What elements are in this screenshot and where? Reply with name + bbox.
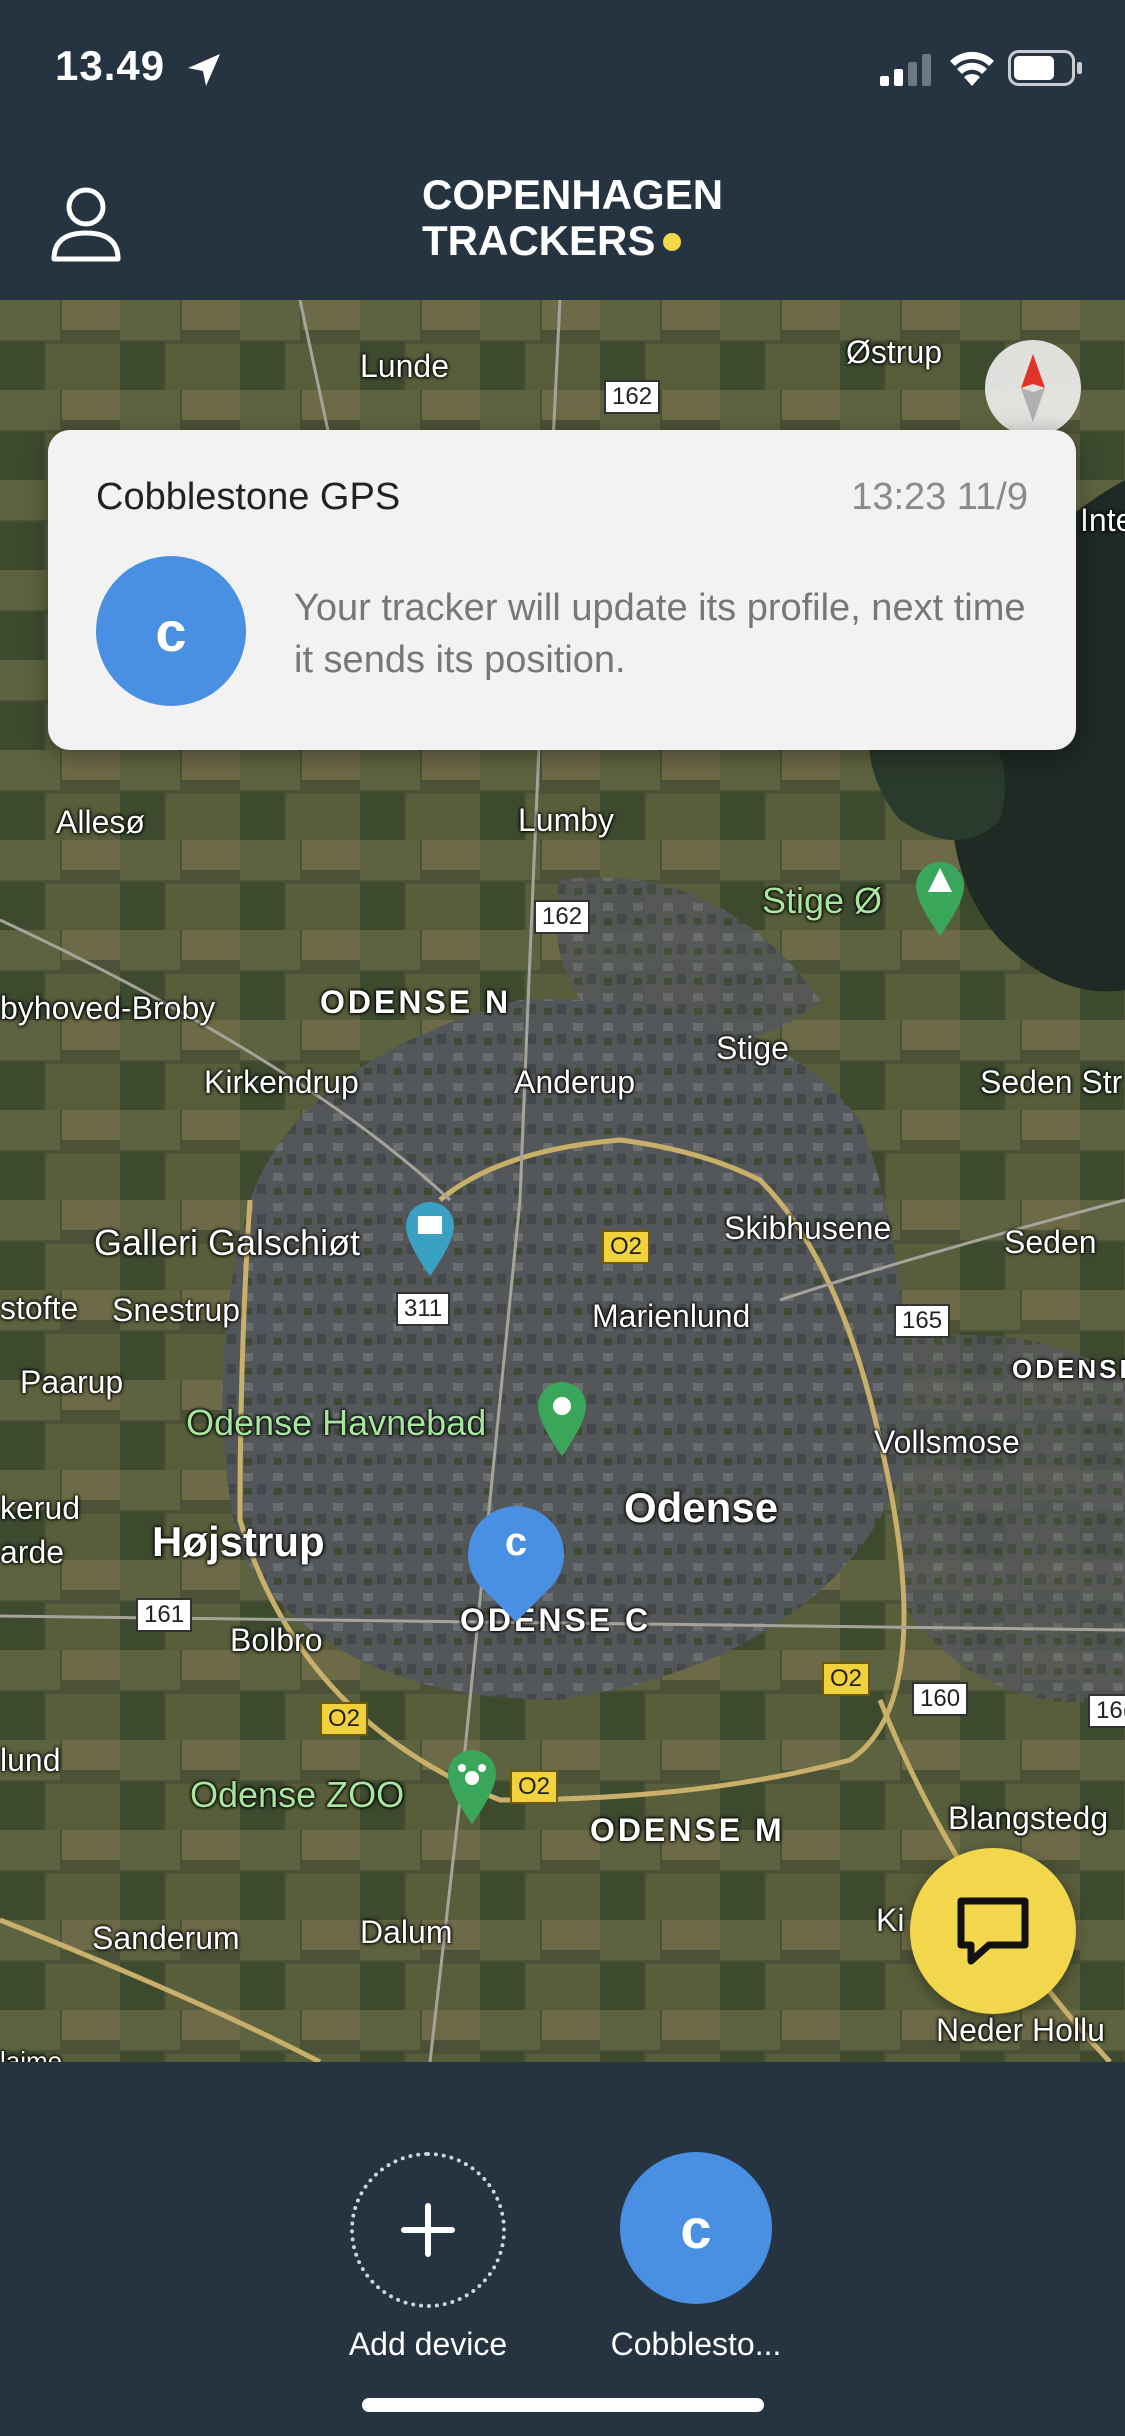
place-label: Seden Str xyxy=(980,1064,1123,1100)
place-label: Seden xyxy=(1004,1224,1097,1260)
wifi-icon xyxy=(950,51,994,86)
status-bar: 13.49 xyxy=(0,0,1125,140)
place-label: kerud xyxy=(0,1490,81,1526)
add-device-button[interactable] xyxy=(350,2152,506,2308)
place-label: Allesø xyxy=(56,804,145,840)
plus-icon xyxy=(401,2203,455,2257)
home-indicator[interactable] xyxy=(362,2398,764,2412)
app-header: COPENHAGEN TRACKERS xyxy=(0,140,1125,300)
zoo-pin-icon[interactable] xyxy=(444,1746,500,1826)
place-label: stofte xyxy=(0,1290,79,1326)
notification-title: Cobblestone GPS xyxy=(96,476,401,518)
place-label: Dalum xyxy=(360,1914,453,1950)
place-label: Højstrup xyxy=(152,1518,325,1565)
notification-avatar-letter: c xyxy=(155,599,187,663)
place-label: Bolbro xyxy=(230,1622,323,1658)
road-shield: 311 xyxy=(396,1292,451,1326)
place-label: Kirkendrup xyxy=(204,1064,359,1100)
road-shield: O2 xyxy=(510,1770,559,1804)
chat-bubble-icon xyxy=(957,1897,1029,1965)
place-label: Inte xyxy=(1080,502,1125,538)
place-label: byhoved-Broby xyxy=(0,990,216,1026)
brand-logo: COPENHAGEN TRACKERS xyxy=(422,171,724,264)
brand-line-1: COPENHAGEN xyxy=(422,171,724,218)
place-label: Sanderum xyxy=(92,1920,240,1956)
place-label: lund xyxy=(0,1742,61,1778)
notification-card[interactable]: Cobblestone GPS 13:23 11/9 c Your tracke… xyxy=(48,430,1076,750)
place-label: Blangstedg xyxy=(948,1800,1109,1836)
place-label: Lumby xyxy=(518,802,615,838)
place-label: ODENSE N xyxy=(320,984,512,1020)
place-label: Østrup xyxy=(846,334,943,370)
road-shield: O2 xyxy=(320,1702,369,1736)
notification-avatar: c xyxy=(96,556,246,706)
road-shield: 161 xyxy=(136,1598,193,1632)
brand-dot xyxy=(663,233,682,251)
place-label: arde xyxy=(0,1534,65,1570)
device-avatar-letter: c xyxy=(680,2196,712,2260)
device-label: Cobblesto... xyxy=(610,2326,782,2362)
chat-button[interactable] xyxy=(910,1848,1076,2014)
tracker-pin-letter: c xyxy=(504,1520,528,1564)
compass-button[interactable] xyxy=(985,340,1081,436)
road-shield: 162 xyxy=(534,900,591,934)
place-pin-icon[interactable] xyxy=(534,1378,590,1458)
place-label: Ki xyxy=(876,1902,905,1938)
map-view[interactable]: Lunde Østrup Inte Allesø Lumby Stige Ø b… xyxy=(0,300,1125,2062)
place-label: Vollsmose xyxy=(874,1424,1020,1460)
compass-needle-icon xyxy=(1021,354,1045,422)
battery-icon xyxy=(1008,50,1082,86)
brand-line-2: TRACKERS xyxy=(422,218,722,264)
place-label: Stige Ø xyxy=(762,880,883,921)
place-label: Odense Havnebad xyxy=(186,1402,487,1443)
place-label: Neder Hollu xyxy=(936,2012,1105,2048)
user-icon[interactable] xyxy=(50,185,122,263)
place-label: Marienlund xyxy=(592,1298,751,1334)
place-label: Snestrup xyxy=(112,1292,241,1328)
place-label: Skibhusene xyxy=(724,1210,892,1246)
status-time: 13.49 xyxy=(55,42,166,89)
add-device-label: Add device xyxy=(348,2326,508,2362)
place-label: laime xyxy=(0,2046,63,2062)
tracker-pin[interactable]: c xyxy=(464,1500,568,1624)
place-label: Odense xyxy=(624,1484,779,1531)
road-shield: 16( xyxy=(1088,1694,1125,1728)
road-shield: 160 xyxy=(912,1682,969,1716)
road-shield: 165 xyxy=(894,1304,951,1338)
device-avatar-button[interactable]: c xyxy=(620,2152,772,2304)
park-pin-icon[interactable] xyxy=(912,858,968,938)
place-label: Odense ZOO xyxy=(190,1774,405,1815)
road-shield: 162 xyxy=(604,380,661,414)
place-label: Galleri Galschiøt xyxy=(94,1222,361,1263)
place-label: Lunde xyxy=(360,348,449,384)
notification-message: Your tracker will update its profile, ne… xyxy=(294,587,1026,681)
place-label: ODENSE M xyxy=(590,1812,785,1848)
device-bar: Add device c Cobblesto... xyxy=(0,2062,1125,2436)
brand-line-2-text: TRACKERS xyxy=(422,217,656,264)
road-shield: O2 xyxy=(822,1662,871,1696)
road-shield: O2 xyxy=(602,1230,651,1264)
place-label: Stige xyxy=(716,1030,789,1066)
place-label: Paarup xyxy=(20,1364,124,1400)
museum-pin-icon[interactable] xyxy=(402,1198,458,1278)
place-label: ODENSE xyxy=(1012,1354,1125,1384)
place-label: Anderup xyxy=(514,1064,635,1100)
location-arrow-icon xyxy=(188,54,220,86)
notification-time: 13:23 11/9 xyxy=(851,476,1028,518)
cellular-signal-icon xyxy=(880,54,931,86)
